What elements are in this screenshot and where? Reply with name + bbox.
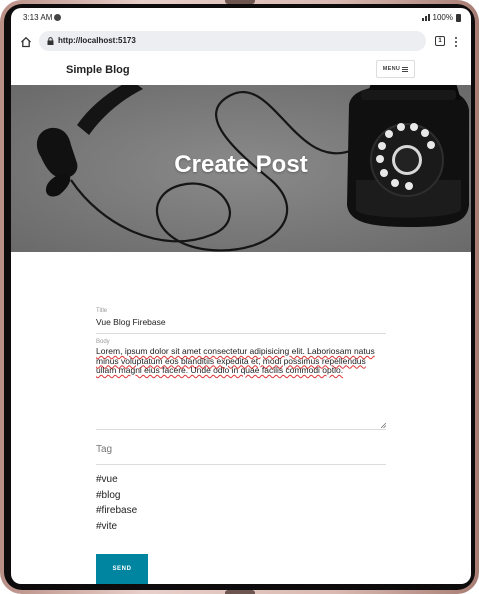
site-brand[interactable]: Simple Blog [66,64,130,76]
tag-list: #vue #blog #firebase #vite [96,472,386,534]
signal-icon [421,14,430,21]
tag-item: #firebase [96,505,138,516]
body-label: Body [96,339,110,345]
device-hinge-top [225,0,255,4]
battery-percent: 100% [432,13,453,22]
page-title: Create Post [174,151,308,178]
hero-banner: Create Post [11,85,471,252]
site-navbar: Simple Blog MENU [11,56,471,86]
body-text: Lorem, ipsum dolor sit amet consectetur … [96,346,375,375]
resize-handle-icon[interactable] [381,423,386,428]
body-textarea[interactable]: Lorem, ipsum dolor sit amet consectetur … [96,346,386,430]
status-right: 100% [421,13,461,22]
status-time: 3:13 AM [23,13,53,22]
notification-icon [54,14,61,21]
tag-input[interactable]: Tag [96,444,386,465]
address-bar[interactable]: http://localhost:5173 [39,31,426,51]
menu-button-label: MENU [382,66,401,72]
tag-item: #vue [96,474,118,485]
device-hinge-bottom [225,590,255,594]
hamburger-icon [402,66,409,72]
more-options-icon[interactable] [455,37,458,48]
battery-icon [456,13,461,22]
tag-item: #blog [96,489,121,501]
lock-icon [47,37,54,45]
create-post-form: Title Vue Blog Firebase Body Lorem, ipsu… [96,308,386,534]
url-text: http://localhost:5173 [58,36,136,45]
send-button[interactable]: SEND [96,554,148,584]
screen: 3:13 AM 100% http://localhost:5173 1 Sim… [11,8,471,584]
home-icon[interactable] [20,36,32,48]
tab-switcher-button[interactable]: 1 [435,36,445,46]
menu-button[interactable]: MENU [376,60,415,78]
browser-toolbar: http://localhost:5173 1 [11,29,471,55]
title-input[interactable]: Vue Blog Firebase [96,317,386,334]
status-bar: 3:13 AM 100% [11,8,471,28]
title-label: Title [96,308,108,314]
tag-item: #vite [96,520,118,532]
